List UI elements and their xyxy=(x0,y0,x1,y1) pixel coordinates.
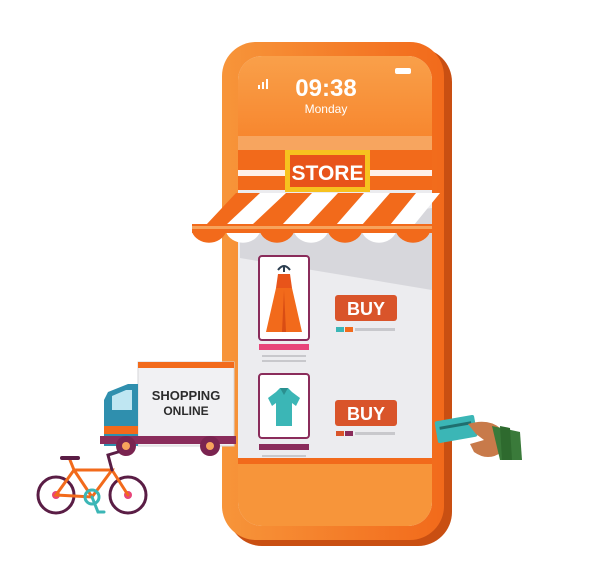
store-sign-label: STORE xyxy=(292,162,364,185)
online-shopping-illustration: 09:38 Monday STORE BUY BUY SHOPPING ONLI… xyxy=(36,42,522,546)
clock-day: Monday xyxy=(305,102,348,116)
product-card-shirt[interactable] xyxy=(258,373,310,457)
phone: 09:38 Monday STORE xyxy=(222,42,452,546)
buy-button-2[interactable]: BUY xyxy=(335,400,397,426)
product-card-dress[interactable] xyxy=(258,255,310,362)
buy-button-2-label: BUY xyxy=(347,404,385,424)
bicycle xyxy=(36,450,148,515)
truck-label-line2: ONLINE xyxy=(163,404,208,418)
clock-time: 09:38 xyxy=(295,75,356,102)
store-awning xyxy=(192,193,440,243)
buy-button-1[interactable]: BUY xyxy=(335,295,397,321)
buy-button-1-label: BUY xyxy=(347,299,385,319)
delivery-truck: SHOPPING ONLINE xyxy=(100,361,236,456)
truck-label-line1: SHOPPING xyxy=(152,388,221,403)
battery-icon xyxy=(395,68,411,74)
bottom-bar xyxy=(238,460,432,526)
